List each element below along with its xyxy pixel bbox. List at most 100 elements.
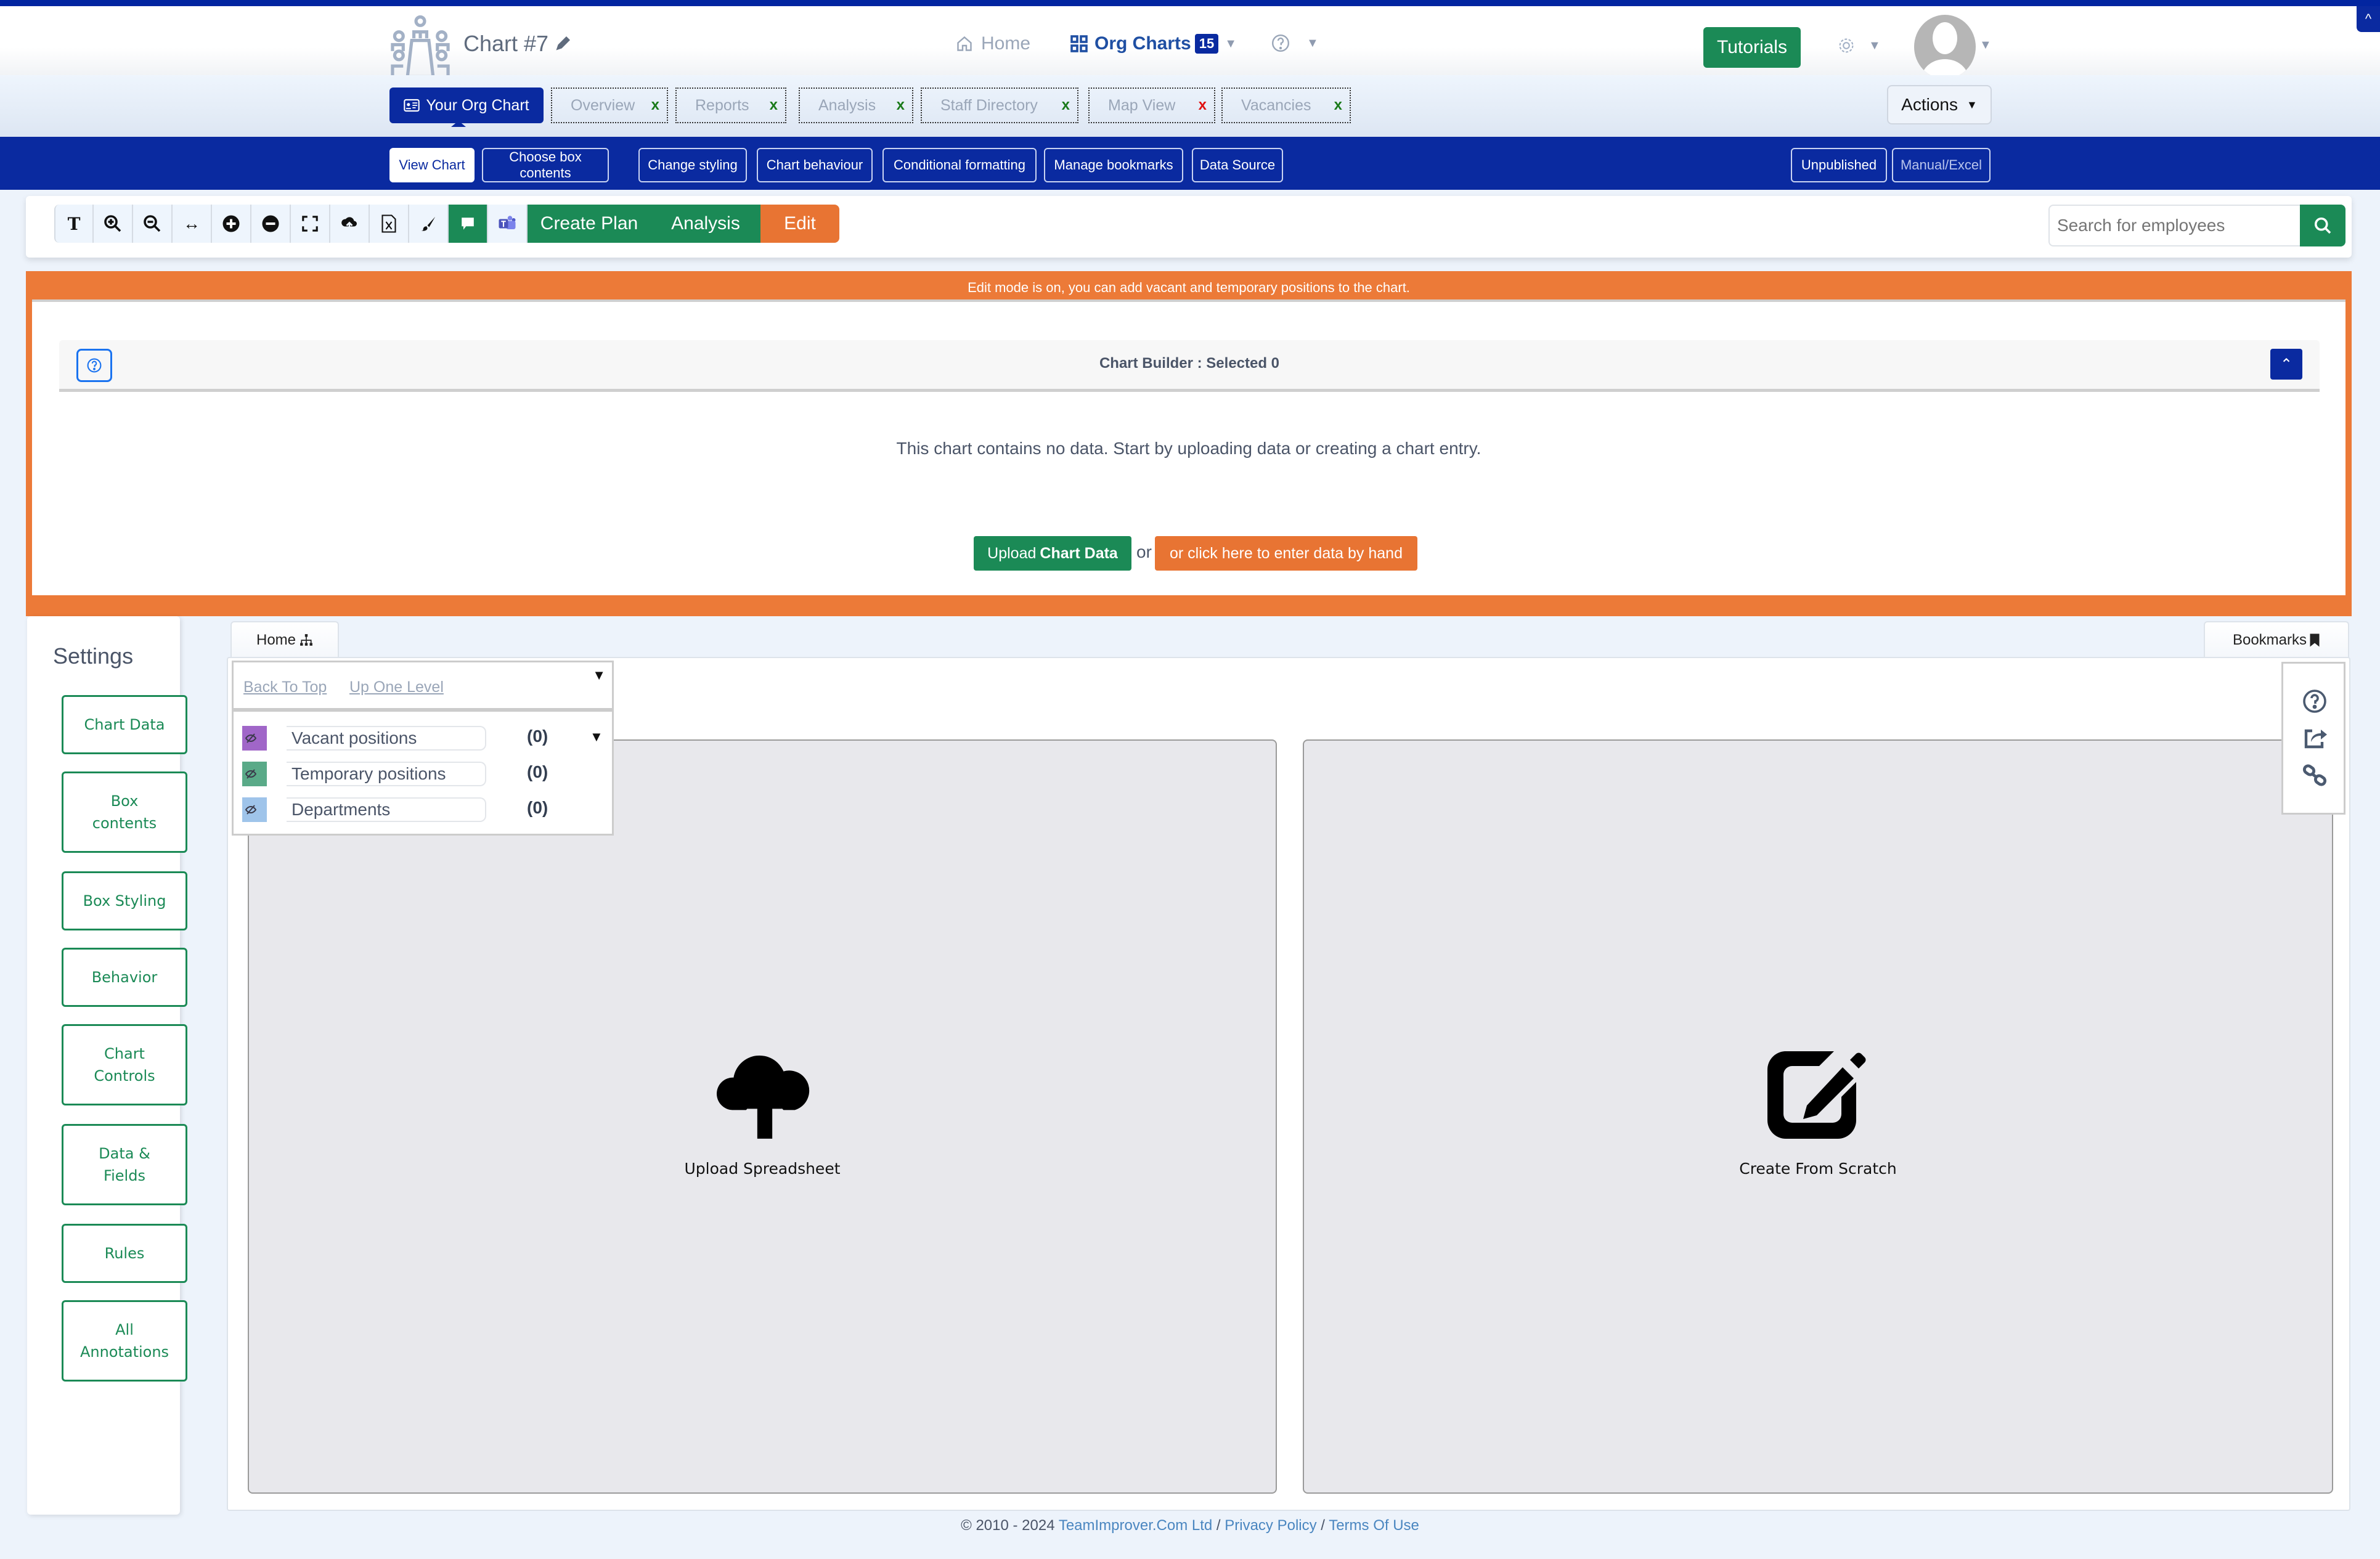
zoom-in-tool[interactable] [94,205,133,243]
legend-item[interactable]: Temporary positions [242,761,486,787]
user-icon [1922,22,1968,79]
gear-icon [1839,38,1854,53]
export-excel-tool[interactable] [370,205,409,243]
settings-box-styling-button[interactable]: Box Styling [62,871,187,930]
close-icon[interactable]: x [1062,97,1070,114]
collapse-builder-button[interactable]: ⌃ [2270,349,2302,380]
subnav-view-chart[interactable]: View Chart [389,148,475,182]
enter-data-by-hand-button[interactable]: or click here to enter data by hand [1155,536,1417,571]
eye-slash-icon[interactable] [242,726,267,751]
data-source-status-button[interactable]: Manual/Excel [1892,148,1991,182]
close-icon[interactable]: x [651,97,659,114]
settings-sidebar: Settings Chart Data Box contents Box Styl… [27,616,187,1515]
subnav-manage-bookmarks[interactable]: Manage bookmarks [1044,148,1183,182]
close-icon[interactable]: x [1199,97,1207,114]
cloud-upload-icon [717,1055,810,1139]
analysis-button[interactable]: Analysis [651,205,760,243]
settings-chart-controls-button[interactable]: Chart Controls [62,1024,187,1105]
home-tab[interactable]: Home [230,621,339,658]
actions-dropdown[interactable]: Actions ▼ [1887,85,1992,124]
subnav-choose-box-contents[interactable]: Choose box contents [482,148,609,182]
tab-analysis[interactable]: Analysis x [799,88,913,123]
create-from-scratch-card[interactable]: Create From Scratch [1303,739,2333,1494]
upload-spreadsheet-card[interactable]: Upload Spreadsheet [248,739,1277,1494]
close-icon[interactable]: x [770,97,778,114]
company-link[interactable]: TeamImprover.Com Ltd [1059,1517,1212,1534]
user-avatar[interactable] [1914,15,1976,79]
plus-circle-icon [222,215,240,232]
link-button[interactable] [2301,761,2329,789]
eye-slash-icon[interactable] [242,762,267,786]
nav-org-charts[interactable]: Org Charts 15 ▼ [1070,33,1237,54]
edit-mode-message: Edit mode is on, you can add vacant and … [968,280,1410,295]
privacy-policy-link[interactable]: Privacy Policy [1225,1517,1316,1534]
fullscreen-icon [302,216,318,232]
upload-chart-data-button[interactable]: Upload Chart Data [974,536,1131,571]
teams-tool[interactable] [488,205,528,243]
comments-tool[interactable] [449,205,488,243]
chevron-down-icon[interactable]: ▼ [592,667,606,683]
pencil-icon[interactable] [553,35,572,53]
tutorials-button[interactable]: Tutorials [1703,27,1801,68]
upload-tool[interactable] [330,205,370,243]
settings-box-contents-button[interactable]: Box contents [62,771,187,853]
edit-mode-banner: Edit mode is on, you can add vacant and … [26,271,2352,616]
subnav-change-styling[interactable]: Change styling [638,148,747,182]
text-size-tool[interactable]: T [54,205,94,243]
grid-icon [1070,35,1088,52]
share-button[interactable] [2301,724,2329,752]
zoom-out-tool[interactable] [133,205,173,243]
settings-behavior-button[interactable]: Behavior [62,948,187,1007]
tab-reports[interactable]: Reports x [675,88,786,123]
settings-all-annotations-button[interactable]: All Annotations [62,1300,187,1382]
bookmarks-tab[interactable]: Bookmarks [2204,621,2349,658]
top-accent-strip [0,0,2380,6]
tab-overview[interactable]: Overview x [551,88,668,123]
subnav-conditional-formatting[interactable]: Conditional formatting [882,148,1037,182]
close-icon[interactable]: x [1334,97,1342,114]
close-icon[interactable]: x [897,97,905,114]
fit-width-tool[interactable]: ↔ [173,205,212,243]
publish-status-button[interactable]: Unpublished [1791,148,1887,182]
edit-button[interactable]: Edit [760,205,839,243]
tab-map-view[interactable]: Map View x [1088,88,1215,123]
settings-rules-button[interactable]: Rules [62,1224,187,1283]
subnav-data-source[interactable]: Data Source [1192,148,1283,182]
sitemap-icon [300,634,312,646]
eye-slash-icon[interactable] [242,797,267,822]
help-icon [1272,35,1289,52]
chevron-down-icon[interactable]: ▼ [590,729,603,745]
nav-home-link[interactable]: Home [955,33,1030,54]
teams-icon [499,216,516,229]
cloud-upload-icon [341,217,357,232]
expand-all-tool[interactable] [212,205,251,243]
arrows-horizontal-icon: ↔ [183,214,200,233]
fullscreen-tool[interactable] [291,205,330,243]
zoom-out-icon [144,215,161,232]
terms-of-use-link[interactable]: Terms Of Use [1329,1517,1419,1534]
subnav-chart-behaviour[interactable]: Chart behaviour [757,148,873,182]
tab-your-org-chart[interactable]: Your Org Chart [389,88,544,123]
settings-chart-data-button[interactable]: Chart Data [62,695,187,754]
collapse-all-tool[interactable] [251,205,291,243]
help-menu[interactable]: ▼ [1271,33,1319,53]
create-plan-button[interactable]: Create Plan [528,205,651,243]
text-size-icon: T [67,213,81,234]
up-one-level-link[interactable]: Up One Level [349,678,444,696]
legend-item[interactable]: Departments [242,797,486,823]
tab-vacancies[interactable]: Vacancies x [1221,88,1351,123]
canvas-help-button[interactable] [2301,687,2329,715]
settings-data-fields-button[interactable]: Data & Fields [62,1124,187,1205]
back-to-top-link[interactable]: Back To Top [243,678,327,696]
tab-staff-directory[interactable]: Staff Directory x [921,88,1078,123]
help-icon [2303,690,2326,713]
search-button[interactable] [2300,205,2345,246]
chevron-down-icon[interactable]: ▼ [1979,38,1992,52]
legend-item[interactable]: Vacant positions [242,725,486,751]
org-logo-icon[interactable] [388,15,452,79]
chart-title[interactable]: Chart #7 [463,31,572,57]
brush-tool[interactable] [409,205,449,243]
settings-menu[interactable]: ▼ [1836,36,1881,55]
scroll-top-button[interactable]: ^ [2357,6,2380,32]
employee-search-input[interactable] [2048,205,2301,246]
